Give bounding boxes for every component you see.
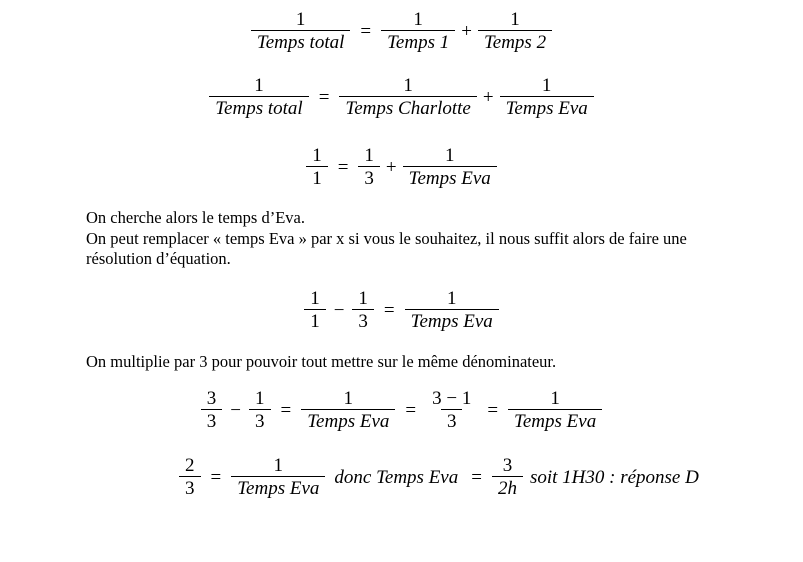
fraction-one-over-temps-eva: 1 Temps Eva [404,288,499,331]
fraction-one-over-temps-2: 1 Temps 2 [477,9,553,52]
equals-operator: = [337,156,349,178]
equation-final-result: 2 3 = 1 Temps Eva donc Temps Eva = 3 2h … [176,456,703,498]
fraction-one-over-one: 1 1 [306,146,328,188]
minus-operator: − [230,399,241,421]
fraction-one-over-temps-eva: 1 Temps Eva [301,388,396,431]
fraction-numerator: 2 [185,455,195,476]
fraction-denominator: Temps total [250,30,351,52]
fraction-numerator: 1 [343,388,354,409]
equals-operator: = [405,399,417,421]
equals-operator: = [383,299,395,321]
fraction-one-over-temps-eva: 1 Temps Eva [231,455,326,498]
fraction-one-over-temps-eva: 1 Temps Eva [402,145,497,188]
fraction-numerator: 1 [255,388,265,409]
fraction-numerator: 1 [273,455,284,476]
fraction-one-over-temps-total: 1 Temps total [250,9,351,52]
fraction-denominator: 3 [358,166,380,188]
fraction-one-over-three: 1 3 [352,289,374,331]
equals-operator: = [318,86,330,108]
fraction-numerator: 1 [403,75,413,96]
fraction-two-over-three: 2 3 [179,456,201,498]
paragraph-multiplie-par-3: On multiplie par 3 pour pouvoir tout met… [86,352,746,373]
equals-operator: = [280,399,292,421]
fraction-denominator: Temps total [209,96,309,118]
equation-substituted-values: 1 1 = 1 3 + 1 Temps Eva [0,146,803,188]
paragraph-line: On cherche alors le temps d’Eva. [86,208,305,227]
fraction-denominator: 3 [200,409,223,431]
fraction-one-over-one: 1 1 [304,289,326,331]
fraction-one-over-temps-1: 1 Temps 1 [381,9,456,52]
fraction-denominator: 3 [352,309,374,331]
fraction-denominator: Temps 2 [477,30,553,52]
fraction-denominator: 2h [491,476,523,498]
fraction-denominator: Temps 1 [381,30,456,52]
fraction-denominator: Temps Eva [499,96,594,118]
fraction-denominator: Temps Eva [404,309,499,331]
equals-operator: = [360,20,372,42]
fraction-numerator: 1 [413,9,423,30]
fraction-numerator: 1 [444,145,455,166]
fraction-one-over-three: 1 3 [358,146,380,188]
fraction-numerator: 1 [358,288,368,309]
fraction-one-over-temps-charlotte: 1 Temps Charlotte [339,75,477,118]
fraction-numerator: 1 [550,388,560,409]
fraction-one-over-temps-eva: 1 Temps Eva [499,75,594,118]
fraction-three-over-three: 3 3 [200,388,223,431]
fraction-numerator: 1 [364,145,374,166]
label-soit-reponse: soit 1H30 : réponse D [529,466,699,488]
plus-operator: + [385,156,397,178]
fraction-denominator: Temps Charlotte [339,96,477,118]
fraction-three-minus-one-over-three: 3 − 1 3 [426,389,477,431]
fraction-numerator: 1 [254,75,264,96]
fraction-denominator: Temps Eva [301,409,396,431]
fraction-denominator: Temps Eva [508,409,603,431]
plus-operator: + [461,20,472,42]
fraction-numerator: 1 [310,288,320,309]
equals-operator: = [487,399,499,421]
fraction-numerator: 1 [295,9,306,30]
equals-operator: = [471,466,482,488]
fraction-one-over-temps-eva: 1 Temps Eva [508,388,603,431]
fraction-numerator: 1 [541,75,552,96]
document-page: 1 Temps total = 1 Temps 1 + 1 Temps 2 1 … [0,0,803,562]
fraction-one-over-temps-total: 1 Temps total [209,75,309,118]
fraction-numerator: 1 [510,9,520,30]
paragraph-line: On multiplie par 3 pour pouvoir tout met… [86,352,557,371]
fraction-denominator: 3 [249,409,271,431]
minus-operator: − [333,299,345,321]
equation-isolate-temps-eva: 1 1 − 1 3 = 1 Temps Eva [0,289,803,331]
paragraph-line: On peut remplacer « temps Eva » par x si… [86,228,687,269]
fraction-denominator: 1 [304,309,326,331]
fraction-numerator: 3 − 1 [432,388,472,409]
fraction-denominator: Temps Eva [402,166,497,188]
equation-temps-total-generic: 1 Temps total = 1 Temps 1 + 1 Temps 2 [0,10,803,52]
plus-operator: + [482,86,494,108]
fraction-numerator: 1 [446,288,457,309]
label-donc-temps-eva: donc Temps Eva [334,466,459,488]
fraction-denominator: 3 [179,476,201,498]
fraction-numerator: 3 [206,388,217,409]
fraction-denominator: 3 [440,409,463,431]
fraction-numerator: 3 [502,455,513,476]
fraction-three-over-two-hours: 3 2h [491,455,523,498]
equals-operator: = [210,466,222,488]
fraction-one-over-three: 1 3 [249,389,271,431]
paragraph-cherche-temps-eva: On cherche alors le temps d’Eva. On peut… [86,208,746,270]
fraction-denominator: 1 [306,166,328,188]
fraction-numerator: 1 [312,145,322,166]
equation-temps-total-named: 1 Temps total = 1 Temps Charlotte + 1 Te… [0,76,803,118]
fraction-denominator: Temps Eva [231,476,326,498]
equation-common-denominator: 3 3 − 1 3 = 1 Temps Eva = 3 − 1 3 = 1 Te… [0,389,803,431]
